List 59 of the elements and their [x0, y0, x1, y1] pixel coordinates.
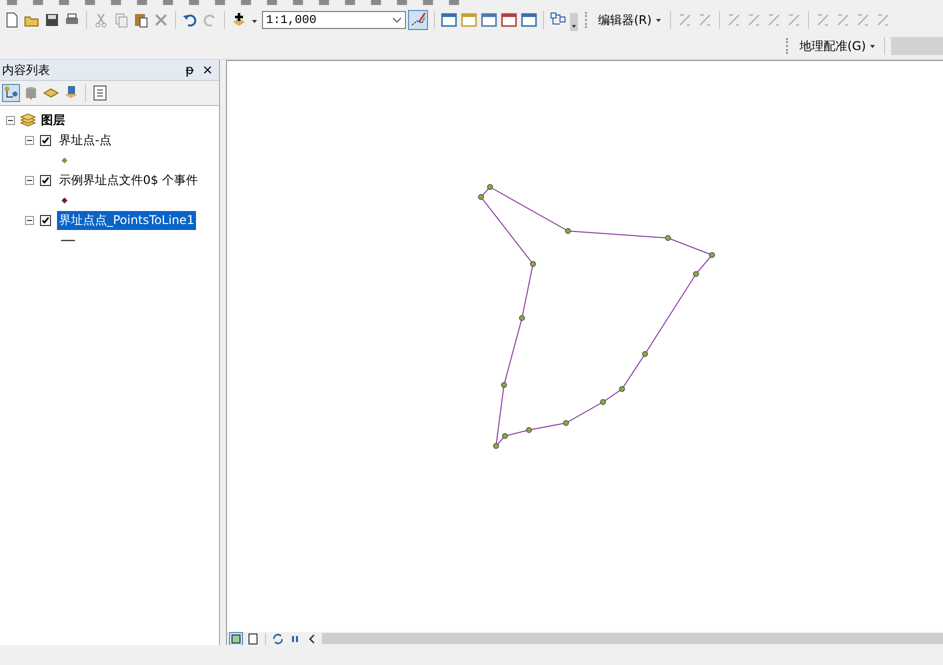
chevron-down-icon[interactable] [392, 16, 402, 24]
collapse-icon[interactable] [6, 116, 15, 124]
close-button[interactable]: × [198, 64, 217, 76]
toolbar-icon[interactable] [136, 0, 148, 6]
toolbar-icon[interactable] [84, 0, 96, 6]
toolbox-icon[interactable] [501, 12, 517, 28]
toolbar-icon[interactable] [6, 0, 18, 6]
toolbar-icon[interactable] [240, 0, 252, 6]
collapse-icon[interactable] [25, 216, 34, 224]
search-window-icon[interactable] [481, 12, 497, 28]
panel-title: 内容列表 [2, 62, 51, 78]
checkbox[interactable] [40, 134, 51, 146]
layers-icon[interactable] [20, 113, 36, 127]
layout-view-icon[interactable] [246, 632, 260, 646]
paste-icon[interactable] [133, 12, 149, 28]
toolbar-icon[interactable] [422, 0, 434, 6]
catalog-icon[interactable] [461, 12, 477, 28]
line-symbol-icon[interactable] [61, 238, 75, 242]
toolbar-icon[interactable] [448, 0, 460, 6]
toolbar-icon[interactable] [370, 0, 382, 6]
toolbar-icon[interactable] [58, 0, 70, 6]
collapse-icon[interactable] [25, 176, 34, 184]
toolbar-icon[interactable] [110, 0, 122, 6]
list-by-drawing-order-icon[interactable] [3, 85, 19, 101]
vertex-edit-icon[interactable] [408, 10, 428, 30]
toolbar-icon[interactable] [162, 0, 174, 6]
undo-icon[interactable] [182, 12, 198, 28]
new-document-icon[interactable] [4, 12, 20, 28]
toolbar-icon[interactable] [32, 0, 44, 6]
scale-field[interactable]: 1:1,000 [262, 11, 406, 29]
refresh-icon[interactable] [271, 632, 285, 646]
toolbar-icon[interactable] [396, 0, 408, 6]
data-view-icon[interactable] [229, 632, 243, 646]
add-data-icon[interactable] [231, 12, 247, 28]
toolbar-icon[interactable] [188, 0, 200, 6]
layer-label[interactable]: 界址点-点 [57, 130, 114, 150]
toolbar-icon[interactable] [214, 0, 226, 6]
collapse-icon[interactable] [25, 136, 34, 144]
point-symbol-icon[interactable] [61, 196, 68, 204]
toolbar-icon[interactable] [344, 0, 356, 6]
toolbar-icon[interactable] [318, 0, 330, 6]
toolbar-icon[interactable] [292, 0, 304, 6]
pin-button[interactable]: ᵽ [181, 64, 198, 76]
options-icon[interactable] [92, 85, 108, 101]
table-icon[interactable] [441, 12, 457, 28]
save-icon[interactable] [44, 12, 60, 28]
command-window-icon[interactable] [521, 12, 537, 28]
checkbox[interactable] [40, 174, 51, 186]
georeferencing-menu[interactable]: 地理配准(G) [797, 38, 878, 54]
toolbar-field[interactable] [891, 37, 943, 55]
scissors-icon[interactable] [93, 12, 109, 28]
toolbar-icon[interactable] [266, 0, 278, 6]
layer-label[interactable]: 界址点点_PointsToLine1 [57, 210, 196, 230]
editor-menu[interactable]: 编辑器(R) [596, 12, 664, 28]
layer-label[interactable]: 示例界址点文件0$ 个事件 [57, 170, 200, 190]
horizontal-scrollbar[interactable] [322, 633, 943, 644]
layer-selection-icon[interactable] [63, 85, 79, 101]
checkbox[interactable] [40, 214, 51, 226]
layer-group-label[interactable]: 图层 [41, 112, 65, 128]
